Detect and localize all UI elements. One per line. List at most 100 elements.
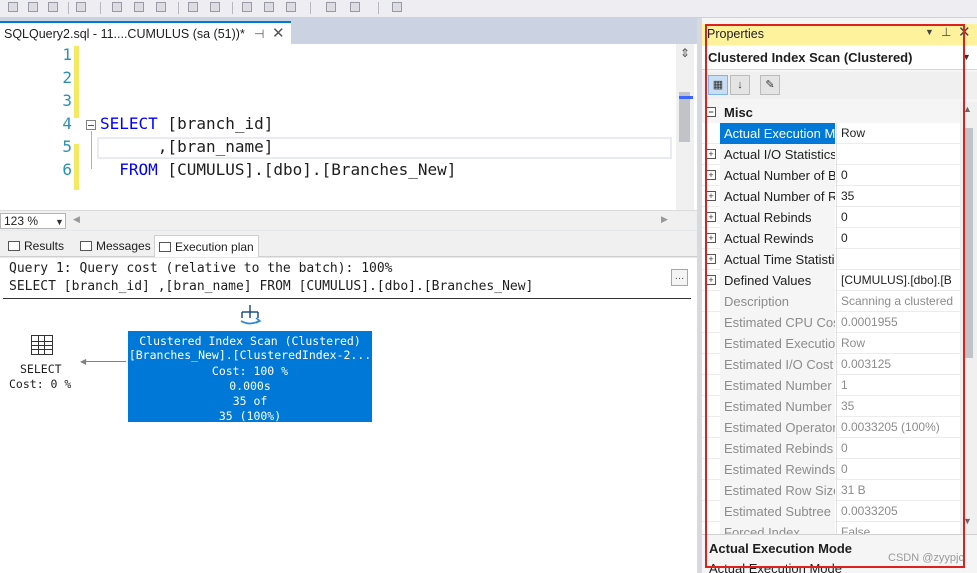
- scroll-right-icon[interactable]: ▶: [661, 214, 668, 225]
- property-row[interactable]: Estimated Number of Rows35: [702, 396, 960, 417]
- property-value[interactable]: Row: [836, 123, 960, 144]
- property-row[interactable]: + Defined Values [CUMULUS].[dbo].[B: [702, 270, 960, 291]
- property-row[interactable]: Description Scanning a clustered: [702, 291, 960, 312]
- property-row[interactable]: Estimated Rewinds 0: [702, 459, 960, 480]
- zoom-select[interactable]: 123 % ▼: [0, 213, 66, 229]
- toolbar-button-icon[interactable]: [188, 2, 198, 12]
- property-row[interactable]: Forced Index False: [702, 522, 960, 534]
- pin-icon[interactable]: ⊥: [941, 25, 951, 39]
- watermark: CSDN @zyypjc: [888, 552, 964, 564]
- scroll-down-icon[interactable]: ▼: [963, 516, 972, 526]
- expand-icon[interactable]: +: [706, 170, 716, 180]
- line-number: 3: [62, 91, 72, 110]
- scroll-left-icon[interactable]: ◀: [73, 214, 80, 225]
- property-name: Actual Number of Rows: [720, 186, 835, 207]
- toolbar-button-icon[interactable]: [76, 2, 86, 12]
- properties-vertical-scrollbar[interactable]: ▲ ▼: [960, 102, 977, 534]
- scroll-up-icon[interactable]: ▲: [963, 104, 972, 114]
- close-icon[interactable]: ✕: [958, 23, 971, 41]
- expand-icon[interactable]: +: [706, 212, 716, 222]
- property-row[interactable]: Estimated I/O Cost 0.003125: [702, 354, 960, 375]
- property-value[interactable]: 0: [836, 207, 960, 228]
- property-row[interactable]: + Actual I/O Statistics: [702, 144, 960, 165]
- toolbar-button-icon[interactable]: [264, 2, 274, 12]
- document-tab[interactable]: SQLQuery2.sql - 11....CUMULUS (sa (51))*…: [0, 21, 291, 44]
- toolbar-button-icon[interactable]: [134, 2, 144, 12]
- toolbar-button-icon[interactable]: [112, 2, 122, 12]
- categorized-icon[interactable]: ▦: [708, 75, 728, 95]
- property-value[interactable]: 35: [836, 186, 960, 207]
- scrollbar-thumb[interactable]: [963, 128, 973, 358]
- tab-execution-plan[interactable]: Execution plan: [154, 235, 259, 257]
- selected-object-select[interactable]: Clustered Index Scan (Clustered) ▼: [702, 46, 977, 70]
- line-number: 1: [62, 45, 72, 64]
- property-row[interactable]: Estimated Operator Cost0.0033205 (100%): [702, 417, 960, 438]
- pin-icon[interactable]: ⊣: [254, 27, 264, 41]
- select-operator-icon[interactable]: [31, 335, 53, 355]
- toolbar-button-icon[interactable]: [286, 2, 296, 12]
- toolbar-button-icon[interactable]: [326, 2, 336, 12]
- property-row[interactable]: + Actual Rewinds 0: [702, 228, 960, 249]
- tab-messages[interactable]: Messages: [76, 235, 155, 257]
- property-row[interactable]: Estimated Rebinds 0: [702, 438, 960, 459]
- toolbar-button-icon[interactable]: [242, 2, 252, 12]
- sql-editor[interactable]: 1 2 3 4 5 6 SELECT [branch_id] ,[bran_na…: [0, 44, 697, 210]
- clustered-index-scan-node[interactable]: Clustered Index Scan (Clustered) [Branch…: [128, 331, 372, 423]
- expand-icon[interactable]: +: [706, 191, 716, 201]
- expand-icon[interactable]: +: [706, 275, 716, 285]
- tab-label: Execution plan: [175, 240, 254, 254]
- property-row[interactable]: Estimated Subtree Cost0.0033205: [702, 501, 960, 522]
- category-misc[interactable]: − Misc: [702, 102, 960, 123]
- expand-icon[interactable]: +: [706, 233, 716, 243]
- collapse-icon[interactable]: −: [706, 107, 716, 117]
- property-row[interactable]: Estimated CPU Cost 0.0001955: [702, 312, 960, 333]
- property-row[interactable]: + Actual Number of Rows35: [702, 186, 960, 207]
- property-value: 0.0033205: [836, 501, 960, 522]
- node-object: [Branches_New].[ClusteredIndex-2...: [128, 348, 372, 362]
- properties-toolbar: ▦ ↓ ✎: [702, 72, 977, 99]
- expand-icon[interactable]: +: [706, 149, 716, 159]
- property-value[interactable]: 0: [836, 228, 960, 249]
- property-pages-icon[interactable]: ✎: [760, 75, 780, 95]
- toolbar-separator: [378, 2, 379, 14]
- property-row[interactable]: Actual Execution ModeRow: [702, 123, 960, 144]
- property-value: False: [836, 522, 960, 534]
- property-value[interactable]: [836, 249, 960, 270]
- property-row[interactable]: Estimated Number of Executions1: [702, 375, 960, 396]
- sort-alphabetical-icon[interactable]: ↓: [730, 75, 750, 95]
- tab-results[interactable]: Results: [4, 235, 68, 257]
- close-icon[interactable]: ✕: [272, 24, 285, 42]
- code-line-5: ,[bran_name]: [100, 137, 274, 156]
- toolbar-button-icon[interactable]: [156, 2, 166, 12]
- more-button[interactable]: …: [671, 269, 688, 286]
- split-window-icon[interactable]: ⇕: [676, 46, 694, 62]
- property-row[interactable]: + Actual Time Statistics: [702, 249, 960, 270]
- property-value: Row: [836, 333, 960, 354]
- property-row[interactable]: Estimated Row Size 31 B: [702, 480, 960, 501]
- property-value: 0.003125: [836, 354, 960, 375]
- document-tab-strip: SQLQuery2.sql - 11....CUMULUS (sa (51))*…: [0, 18, 698, 44]
- toolbar-button-icon[interactable]: [392, 2, 402, 12]
- scroll-marker: [679, 96, 693, 99]
- property-row[interactable]: Estimated Execution ModeRow: [702, 333, 960, 354]
- expand-icon[interactable]: +: [706, 254, 716, 264]
- collapse-icon[interactable]: [86, 120, 96, 130]
- chevron-down-icon[interactable]: ▼: [925, 27, 934, 37]
- clustered-index-scan-icon[interactable]: [238, 304, 262, 326]
- toolbar-button-icon[interactable]: [28, 2, 38, 12]
- property-row[interactable]: + Actual Number of Batches0: [702, 165, 960, 186]
- toolbar-button-icon[interactable]: [350, 2, 360, 12]
- property-value[interactable]: [836, 144, 960, 165]
- scrollbar-thumb[interactable]: [679, 92, 690, 142]
- code-line-4: SELECT [branch_id]: [100, 114, 273, 133]
- property-value[interactable]: [CUMULUS].[dbo].[B: [836, 270, 960, 291]
- property-row[interactable]: + Actual Rebinds 0: [702, 207, 960, 228]
- property-value: 35: [836, 396, 960, 417]
- toolbar-button-icon[interactable]: [210, 2, 220, 12]
- toolbar-button-icon[interactable]: [48, 2, 58, 12]
- query-cost-line: Query 1: Query cost (relative to the bat…: [9, 261, 393, 276]
- tab-label: Results: [24, 239, 65, 253]
- toolbar-button-icon[interactable]: [8, 2, 18, 12]
- properties-title: Properties: [707, 27, 764, 41]
- property-value[interactable]: 0: [836, 165, 960, 186]
